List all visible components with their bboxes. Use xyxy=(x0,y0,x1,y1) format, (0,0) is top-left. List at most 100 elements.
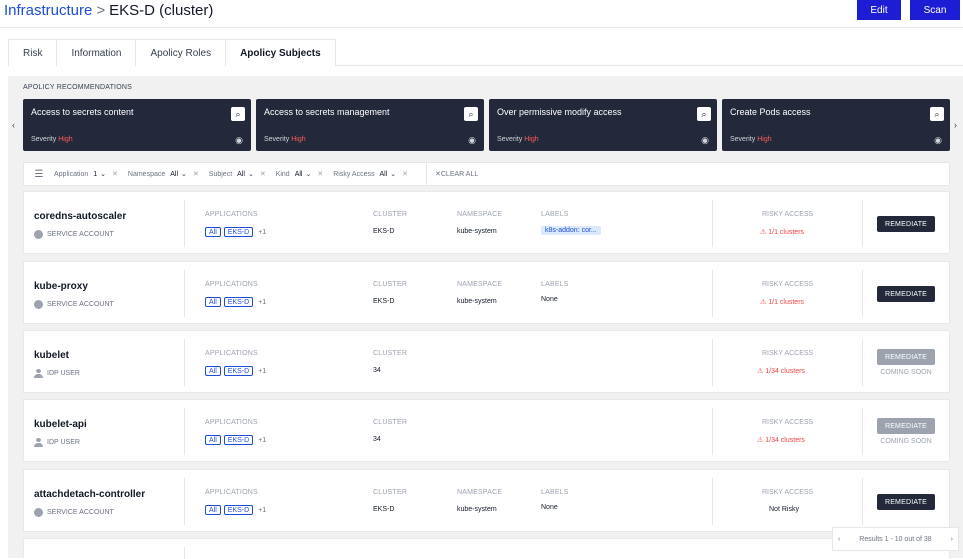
namespace-label: NAMESPACE xyxy=(457,489,503,496)
filter-icon[interactable]: ☰ xyxy=(24,169,54,180)
subject-name[interactable]: coredns-autoscaler xyxy=(34,211,126,222)
breadcrumb-infrastructure-link[interactable]: Infrastructure xyxy=(4,2,92,19)
app-tag[interactable]: All xyxy=(205,227,221,237)
remediate-button[interactable]: REMEDIATE xyxy=(877,349,935,365)
chevron-down-icon: ⌄ xyxy=(181,171,187,178)
more-apps[interactable]: +1 xyxy=(258,368,266,375)
app-tag[interactable]: All xyxy=(205,297,221,307)
app-tag[interactable]: EKS-D xyxy=(223,505,254,515)
table-row[interactable]: coredns-autoscaler SERVICE ACCOUNT APPLI… xyxy=(23,191,950,254)
breadcrumb-current: EKS-D (cluster) xyxy=(109,2,214,19)
divider xyxy=(862,408,863,455)
risky-access-label: RISKY ACCESS xyxy=(762,281,814,288)
service-account-icon xyxy=(34,230,43,239)
close-icon[interactable]: ✕ xyxy=(260,170,266,178)
remediate-button[interactable]: REMEDIATE xyxy=(877,216,935,232)
more-apps[interactable]: +1 xyxy=(258,229,266,236)
carousel-prev-icon[interactable]: ‹ xyxy=(12,120,15,130)
card-title: Access to secrets content xyxy=(31,107,134,117)
scan-button[interactable]: Scan xyxy=(910,0,960,20)
eye-icon[interactable]: ◉ xyxy=(701,135,709,146)
subject-name[interactable]: kube-proxy xyxy=(34,281,88,292)
app-tag[interactable]: All xyxy=(205,435,221,445)
recommendation-card[interactable]: Over permissive modify access ⌕ Severity… xyxy=(489,99,717,151)
divider xyxy=(184,270,185,317)
eye-icon[interactable]: ◉ xyxy=(934,135,942,146)
filter-subject[interactable]: Subject All ⌄ ✕ xyxy=(209,170,266,179)
filter-application[interactable]: Application 1 ⌄ ✕ xyxy=(54,170,118,179)
edit-button[interactable]: Edit xyxy=(857,0,901,20)
table-row[interactable]: kubelet IDP USER APPLICATIONS All EKS-D +1… xyxy=(23,330,950,393)
app-tag[interactable]: EKS-D xyxy=(223,227,254,237)
recommendation-card[interactable]: Create Pods access ⌕ Severity High ◉ xyxy=(722,99,950,151)
more-apps[interactable]: +1 xyxy=(258,507,266,514)
recommendation-card[interactable]: Access to secrets management ⌕ Severity … xyxy=(256,99,484,151)
app-tag[interactable]: All xyxy=(205,505,221,515)
eye-icon[interactable]: ◉ xyxy=(235,135,243,146)
table-row[interactable]: kube-proxy SERVICE ACCOUNT APPLICATIONS … xyxy=(23,261,950,324)
clear-all-button[interactable]: ✕ CLEAR ALL xyxy=(426,162,478,186)
recommendation-card[interactable]: Access to secrets content ⌕ Severity Hig… xyxy=(23,99,251,151)
risky-access-value[interactable]: ⚠ 1/34 clusters xyxy=(757,436,805,444)
tab-information[interactable]: Information xyxy=(56,39,137,66)
service-account-icon xyxy=(34,508,43,517)
close-icon[interactable]: ✕ xyxy=(112,170,118,178)
table-row[interactable]: kubelet-api IDP USER APPLICATIONS All EKS… xyxy=(23,399,950,462)
app-tag[interactable]: EKS-D xyxy=(223,366,254,376)
risky-access-value[interactable]: ⚠ 1/34 clusters xyxy=(757,367,805,375)
card-severity: Severity High xyxy=(264,136,306,143)
more-apps[interactable]: +1 xyxy=(258,299,266,306)
labels-label: LABELS xyxy=(541,211,569,218)
severity-value: High xyxy=(58,136,73,143)
subject-name[interactable]: kubelet xyxy=(34,350,69,361)
subject-name[interactable]: attachdetach-controller xyxy=(34,489,145,500)
recommendation-cards: Access to secrets content ⌕ Severity Hig… xyxy=(23,99,950,151)
breadcrumb-separator: > xyxy=(96,2,106,19)
divider xyxy=(184,478,185,525)
zoom-icon[interactable]: ⌕ xyxy=(697,107,711,121)
cluster-value: EKS-D xyxy=(373,228,395,235)
labels-value: None xyxy=(541,296,558,303)
applications-label: APPLICATIONS xyxy=(205,489,258,496)
next-page-icon[interactable]: › xyxy=(951,536,953,543)
close-icon[interactable]: ✕ xyxy=(317,170,323,178)
eye-icon[interactable]: ◉ xyxy=(468,135,476,146)
label-chip[interactable]: k8s-addon: cor... xyxy=(541,226,601,235)
more-apps[interactable]: +1 xyxy=(258,437,266,444)
filter-kind[interactable]: Kind All ⌄ ✕ xyxy=(276,170,324,179)
cluster-label: CLUSTER xyxy=(373,350,408,357)
remediate-button[interactable]: REMEDIATE xyxy=(877,286,935,302)
zoom-icon[interactable]: ⌕ xyxy=(930,107,944,121)
tab-apolicy-subjects[interactable]: Apolicy Subjects xyxy=(225,39,336,66)
subject-name[interactable]: kubelet-api xyxy=(34,419,87,430)
risky-access-value[interactable]: ⚠ 1/1 clusters xyxy=(760,298,804,306)
severity-value: High xyxy=(524,136,539,143)
filter-risky-access[interactable]: Risky Access All ⌄ ✕ xyxy=(333,170,408,179)
app-tag[interactable]: EKS-D xyxy=(223,297,254,307)
filter-namespace[interactable]: Namespace All ⌄ ✕ xyxy=(128,170,199,179)
close-icon[interactable]: ✕ xyxy=(193,170,199,178)
prev-page-icon[interactable]: ‹ xyxy=(838,536,840,543)
cluster-label: CLUSTER xyxy=(373,489,408,496)
app-tag[interactable]: EKS-D xyxy=(223,435,254,445)
table-row[interactable]: attachdetach-controller SERVICE ACCOUNT … xyxy=(23,469,950,532)
subjects-panel: APOLICY RECOMMENDATIONS ‹ › Access to se… xyxy=(8,76,963,559)
remediate-button[interactable]: REMEDIATE xyxy=(877,494,935,510)
tab-apolicy-roles[interactable]: Apolicy Roles xyxy=(135,39,227,66)
severity-value: High xyxy=(291,136,306,143)
close-icon[interactable]: ✕ xyxy=(402,170,408,178)
tab-risk[interactable]: Risk xyxy=(8,39,58,66)
carousel-next-icon[interactable]: › xyxy=(954,120,957,130)
app-tag[interactable]: All xyxy=(205,366,221,376)
risky-access-value: Not Risky xyxy=(769,506,799,513)
divider xyxy=(862,270,863,317)
zoom-icon[interactable]: ⌕ xyxy=(464,107,478,121)
table-row[interactable] xyxy=(23,538,950,559)
zoom-icon[interactable]: ⌕ xyxy=(231,107,245,121)
remediate-button[interactable]: REMEDIATE xyxy=(877,418,935,434)
warning-icon: ⚠ xyxy=(757,437,764,444)
applications-label: APPLICATIONS xyxy=(205,419,258,426)
severity-label: Severity xyxy=(730,136,756,143)
risky-access-value[interactable]: ⚠ 1/1 clusters xyxy=(760,228,804,236)
pagination: ‹ Results 1 - 10 out of 38 › xyxy=(832,527,959,551)
